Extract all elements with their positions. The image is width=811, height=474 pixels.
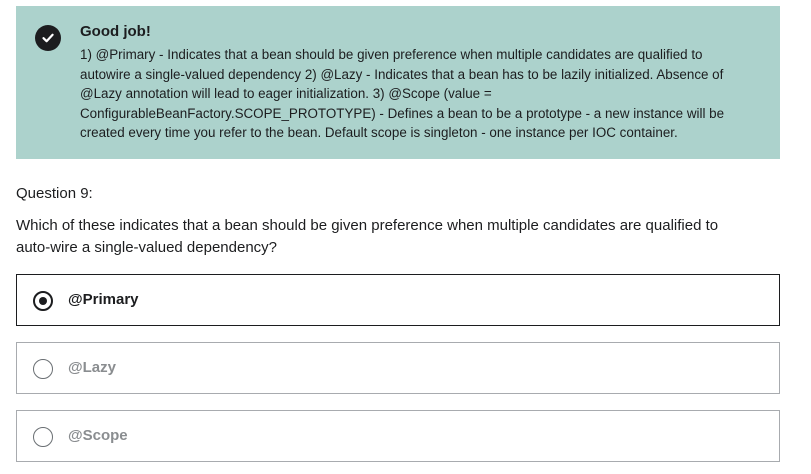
feedback-line: ConfigurableBeanFactory.SCOPE_PROTOTYPE)… [80, 105, 725, 121]
feedback-explanation: 1) @Primary - Indicates that a bean shou… [80, 45, 770, 143]
feedback-banner: Good job! 1) @Primary - Indicates that a… [16, 6, 780, 159]
radio-unselected-icon[interactable] [33, 427, 53, 447]
answer-option-primary[interactable]: @Primary [16, 274, 780, 326]
feedback-line: created every time you refer to the bean… [80, 125, 678, 141]
feedback-line: @Lazy annotation will lead to eager init… [80, 86, 492, 102]
feedback-line: autowire a single-valued dependency 2) @… [80, 66, 724, 82]
question-line: Which of these indicates that a bean sho… [16, 217, 719, 234]
answer-option-label: @Lazy [68, 359, 116, 376]
feedback-line: 1) @Primary - Indicates that a bean shou… [80, 47, 703, 62]
feedback-title: Good job! [80, 23, 151, 40]
check-circle-icon [35, 25, 61, 51]
radio-selected-icon[interactable] [33, 291, 53, 311]
answer-option-label: @Scope [68, 427, 128, 444]
radio-dot-icon [39, 297, 47, 305]
question-number: Question 9: [16, 185, 93, 202]
question-line: auto-wire a single-valued dependency? [16, 239, 278, 256]
answer-option-lazy[interactable]: @Lazy [16, 342, 780, 394]
question-prompt: Which of these indicates that a bean sho… [16, 215, 786, 259]
radio-unselected-icon[interactable] [33, 359, 53, 379]
answer-option-scope[interactable]: @Scope [16, 410, 780, 462]
answer-option-label: @Primary [68, 291, 139, 308]
